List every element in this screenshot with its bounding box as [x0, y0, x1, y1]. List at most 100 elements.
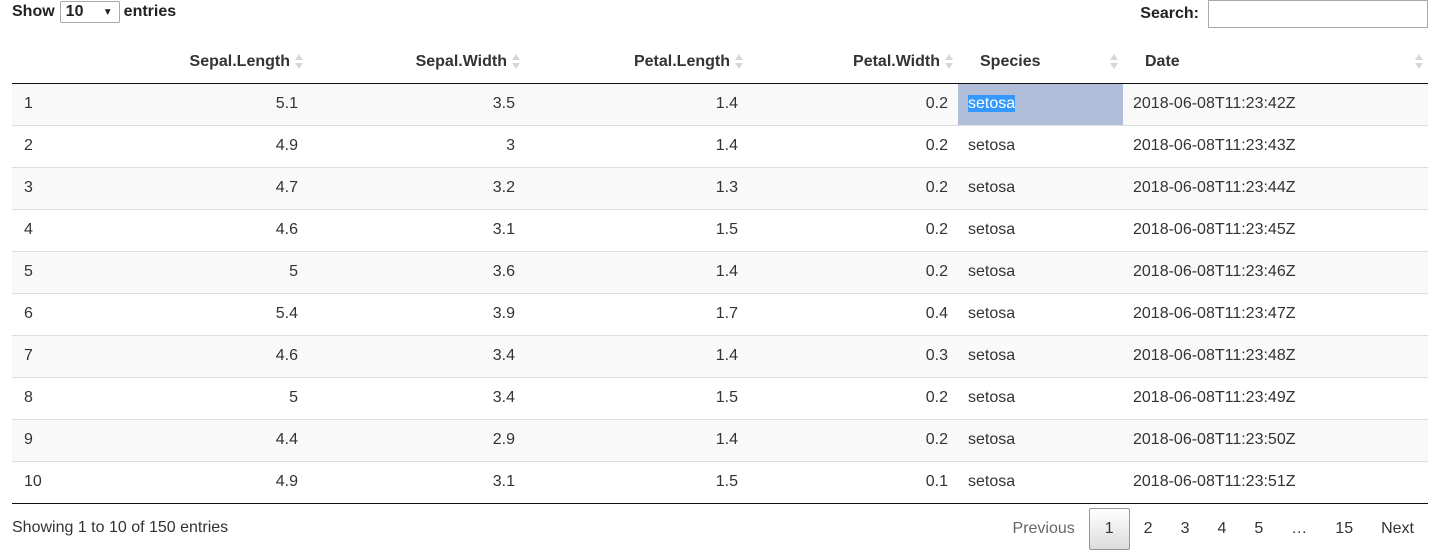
cell-petal-width: 0.2 [748, 166, 958, 209]
table-row[interactable]: 2 4.9 3 1.4 0.2 setosa 2018-06-08T11:23:43Z [12, 124, 1428, 167]
cell-petal-length: 1.5 [525, 208, 748, 251]
pagination: Previous 1 2 3 4 5 … 15 Next [999, 508, 1428, 550]
sort-icon [295, 54, 303, 70]
cell-date: 2018-06-08T11:23:42Z [1123, 82, 1428, 125]
page-button-2[interactable]: 2 [1130, 509, 1167, 549]
cell-species: setosa [958, 208, 1123, 251]
sort-icon [1415, 54, 1423, 70]
cell-petal-width: 0.2 [748, 250, 958, 293]
table-row[interactable]: 4 4.6 3.1 1.5 0.2 setosa 2018-06-08T11:23:45Z [12, 208, 1428, 251]
cell-sepal-length: 4.9 [90, 124, 308, 167]
table-controls: Show 10 ▼ entries Search: [12, 0, 1428, 40]
cell-index: 10 [12, 460, 90, 504]
table-row[interactable]: 7 4.6 3.4 1.4 0.3 setosa 2018-06-08T11:23:48Z [12, 334, 1428, 377]
cell-date: 2018-06-08T11:23:51Z [1123, 460, 1428, 504]
cell-index: 7 [12, 334, 90, 377]
header-label: Petal.Length [633, 53, 730, 71]
search-label: Search: [1140, 5, 1199, 22]
sort-icon [512, 54, 520, 70]
cell-petal-width: 0.2 [748, 418, 958, 461]
cell-sepal-length: 4.4 [90, 418, 308, 461]
cell-species: setosa [958, 82, 1123, 125]
entries-select[interactable]: 10 ▼ [59, 1, 120, 23]
column-header-date[interactable]: Date [1123, 42, 1428, 84]
page-button-4[interactable]: 4 [1203, 509, 1240, 549]
cell-index: 6 [12, 292, 90, 335]
table-row[interactable]: 8 5 3.4 1.5 0.2 setosa 2018-06-08T11:23:49Z [12, 376, 1428, 419]
cell-date: 2018-06-08T11:23:46Z [1123, 250, 1428, 293]
show-label: Show [12, 3, 55, 20]
cell-species: setosa [958, 166, 1123, 209]
cell-species: setosa [958, 292, 1123, 335]
cell-petal-width: 0.2 [748, 376, 958, 419]
table-row[interactable]: 3 4.7 3.2 1.3 0.2 setosa 2018-06-08T11:23:44Z [12, 166, 1428, 209]
cell-sepal-length: 5 [90, 250, 308, 293]
cell-sepal-length: 5.1 [90, 82, 308, 125]
header-label: Sepal.Length [189, 53, 290, 71]
table-row[interactable]: 5 5 3.6 1.4 0.2 setosa 2018-06-08T11:23:46Z [12, 250, 1428, 293]
cell-sepal-width: 3.5 [308, 82, 525, 125]
cell-sepal-length: 4.6 [90, 208, 308, 251]
table-row[interactable]: 10 4.9 3.1 1.5 0.1 setosa 2018-06-08T11:23:51Z [12, 460, 1428, 504]
cell-species: setosa [958, 124, 1123, 167]
search-input[interactable] [1208, 0, 1428, 28]
cell-sepal-width: 3.4 [308, 334, 525, 377]
table-info: Showing 1 to 10 of 150 entries [12, 519, 229, 536]
page-button-3[interactable]: 3 [1167, 509, 1204, 549]
table-row[interactable]: 1 5.1 3.5 1.4 0.2 setosa 2018-06-08T11:23:42Z [12, 82, 1428, 125]
cell-petal-width: 0.1 [748, 460, 958, 504]
page-button-1[interactable]: 1 [1088, 508, 1130, 550]
cell-index: 9 [12, 418, 90, 461]
cell-species: setosa [958, 460, 1123, 504]
cell-petal-length: 1.3 [525, 166, 748, 209]
column-header-species[interactable]: Species [958, 42, 1123, 84]
cell-sepal-length: 5.4 [90, 292, 308, 335]
cell-sepal-length: 5 [90, 376, 308, 419]
cell-sepal-width: 3.2 [308, 166, 525, 209]
cell-date: 2018-06-08T11:23:47Z [1123, 292, 1428, 335]
cell-index: 2 [12, 124, 90, 167]
length-menu: Show 10 ▼ entries [12, 1, 176, 23]
cell-sepal-length: 4.7 [90, 166, 308, 209]
sort-icon [735, 54, 743, 70]
column-header-index [12, 42, 90, 84]
table-row[interactable]: 9 4.4 2.9 1.4 0.2 setosa 2018-06-08T11:23:50Z [12, 418, 1428, 461]
page-button-5[interactable]: 5 [1240, 509, 1277, 549]
cell-sepal-width: 3.6 [308, 250, 525, 293]
column-header-petal-width[interactable]: Petal.Width [748, 42, 958, 84]
cell-sepal-width: 3.9 [308, 292, 525, 335]
header-row: Sepal.Length Sepal.Width Petal.Length Pe… [12, 42, 1428, 84]
cell-index: 5 [12, 250, 90, 293]
chevron-down-icon: ▼ [102, 6, 113, 18]
cell-petal-length: 1.4 [525, 250, 748, 293]
column-header-sepal-length[interactable]: Sepal.Length [90, 42, 308, 84]
data-table: Sepal.Length Sepal.Width Petal.Length Pe… [12, 42, 1428, 504]
page-button-15[interactable]: 15 [1321, 509, 1367, 549]
column-header-petal-length[interactable]: Petal.Length [525, 42, 748, 84]
cell-species: setosa [958, 376, 1123, 419]
cell-sepal-width: 3.1 [308, 208, 525, 251]
next-button[interactable]: Next [1367, 509, 1428, 549]
entries-select-value: 10 [65, 3, 84, 20]
cell-index: 1 [12, 82, 90, 125]
cell-petal-width: 0.4 [748, 292, 958, 335]
cell-date: 2018-06-08T11:23:45Z [1123, 208, 1428, 251]
cell-petal-length: 1.5 [525, 376, 748, 419]
cell-species: setosa [958, 334, 1123, 377]
cell-species: setosa [958, 250, 1123, 293]
cell-petal-length: 1.4 [525, 334, 748, 377]
table-row[interactable]: 6 5.4 3.9 1.7 0.4 setosa 2018-06-08T11:23:47Z [12, 292, 1428, 335]
cell-date: 2018-06-08T11:23:43Z [1123, 124, 1428, 167]
cell-date: 2018-06-08T11:23:48Z [1123, 334, 1428, 377]
table-body: 1 5.1 3.5 1.4 0.2 setosa 2018-06-08T11:23:42Z 2… [12, 82, 1428, 504]
cell-index: 8 [12, 376, 90, 419]
selected-text: setosa [968, 95, 1016, 112]
entries-label: entries [123, 3, 177, 20]
column-header-sepal-width[interactable]: Sepal.Width [308, 42, 525, 84]
cell-index: 4 [12, 208, 90, 251]
cell-species: setosa [958, 418, 1123, 461]
cell-sepal-length: 4.6 [90, 334, 308, 377]
previous-button[interactable]: Previous [999, 509, 1089, 549]
cell-sepal-width: 2.9 [308, 418, 525, 461]
cell-sepal-width: 3.4 [308, 376, 525, 419]
